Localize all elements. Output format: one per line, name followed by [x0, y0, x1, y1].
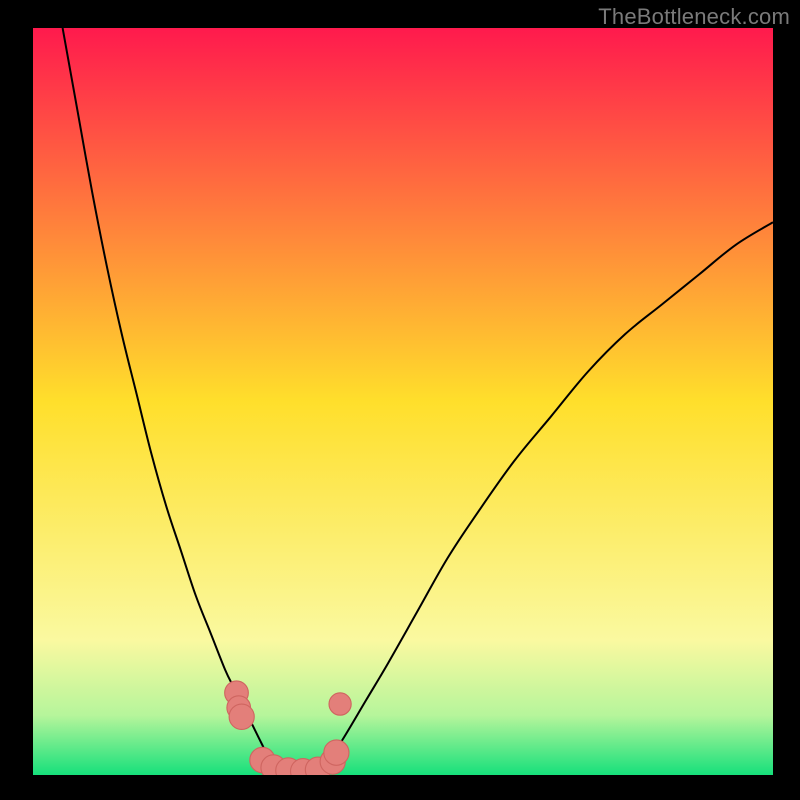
- gradient-background: [33, 28, 773, 775]
- chart-frame: TheBottleneck.com: [0, 0, 800, 800]
- chart-svg: [33, 28, 773, 775]
- data-point: [229, 704, 254, 729]
- data-point: [324, 740, 349, 765]
- watermark-text: TheBottleneck.com: [598, 4, 790, 30]
- data-point: [329, 693, 351, 715]
- plot-area: [33, 28, 773, 775]
